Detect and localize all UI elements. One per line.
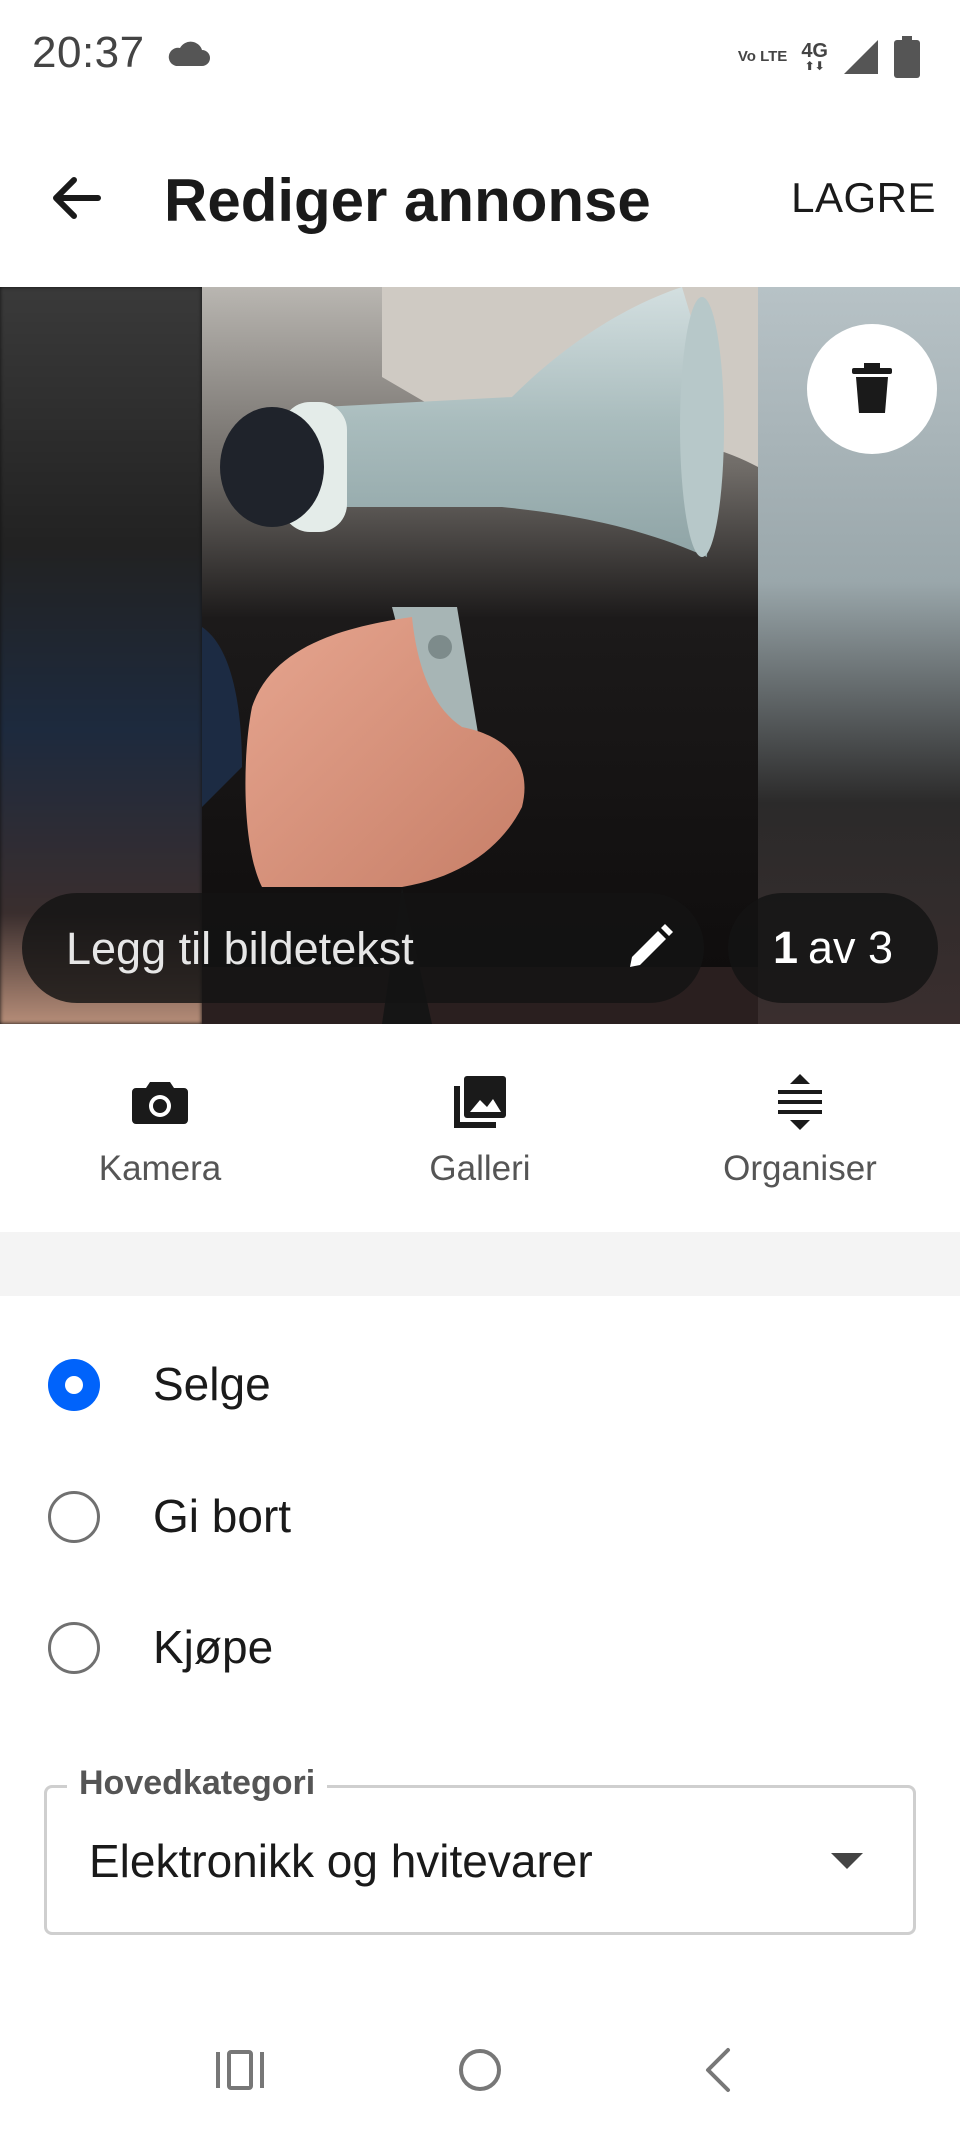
image-counter-current: 1 [772,922,798,973]
save-button[interactable]: LAGRE [791,174,936,222]
main-category-label: Hovedkategori [67,1764,328,1803]
back-arrow-icon[interactable] [44,166,108,230]
cloud-icon [168,41,210,66]
camera-button[interactable]: Kamera [50,1072,270,1189]
status-time: 20:37 [32,28,145,77]
camera-icon [132,1082,188,1124]
signal-icon [844,40,878,74]
system-navigation-bar [0,2020,960,2120]
dropdown-arrow-icon [831,1853,863,1869]
reorder-icon [778,1074,822,1130]
gallery-button[interactable]: Galleri [370,1072,590,1189]
home-icon[interactable] [450,2040,510,2100]
radio-label: Gi bort [153,1490,292,1542]
caption-placeholder: Legg til bildetekst [66,923,414,974]
volte-indicator: Vo LTE [737,48,788,65]
status-icons: Vo LTE 4G ⬆⬇ [738,32,920,82]
app-bar: Rediger annonse LAGRE [0,140,960,260]
pencil-icon [630,924,673,967]
organize-button[interactable]: Organiser [690,1072,910,1189]
camera-label: Kamera [98,1149,222,1188]
trash-icon [852,363,892,413]
radio-button-selected[interactable] [48,1359,100,1411]
photo-actions: Kamera Galleri Organiser [0,1024,960,1232]
network-type: 4G ⬆⬇ [801,40,828,73]
back-nav-icon[interactable] [690,2040,750,2100]
radio-button[interactable] [48,1491,100,1543]
gallery-icon [454,1076,506,1128]
status-bar: 20:37 Vo LTE 4G ⬆⬇ [0,0,960,110]
battery-icon [894,36,920,78]
image-carousel[interactable]: Legg til bildetekst 1 av 3 [0,287,960,1024]
section-divider [0,1232,960,1296]
organize-label: Organiser [723,1149,877,1188]
main-category-select[interactable]: Hovedkategori Elektronikk og hvitevarer [44,1764,916,1935]
radio-option-give-away[interactable]: Gi bort [0,1459,960,1579]
radio-option-sell[interactable]: Selge [0,1327,960,1447]
image-counter-total: av 3 [807,922,894,973]
radio-label: Kjøpe [153,1621,274,1673]
delete-photo-button[interactable] [807,324,937,454]
radio-option-buy[interactable]: Kjøpe [0,1590,960,1710]
radio-button[interactable] [48,1622,100,1674]
radio-label: Selge [153,1358,271,1410]
caption-field[interactable]: Legg til bildetekst [22,893,704,1003]
recent-apps-icon[interactable] [210,2040,270,2100]
main-category-value: Elektronikk og hvitevarer [89,1835,593,1887]
gallery-label: Galleri [429,1149,531,1188]
image-counter: 1 av 3 [728,893,938,1003]
page-title: Rediger annonse [164,167,651,234]
